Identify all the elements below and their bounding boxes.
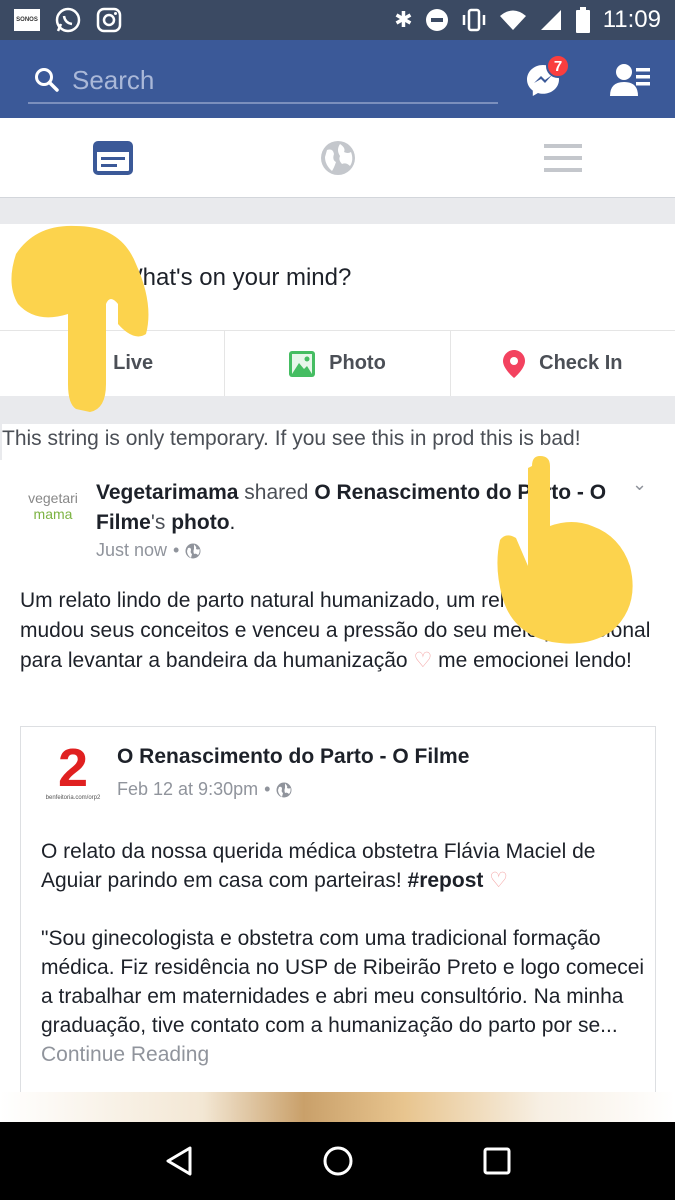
meta-dot: •	[264, 779, 271, 799]
tab-menu[interactable]	[450, 118, 675, 197]
post-meta: Just now •	[96, 540, 201, 561]
shared-paragraph-2-text: "Sou ginecologista e obstetra com uma tr…	[41, 927, 645, 1037]
post-header: Vegetarimama shared O Renascimento do Pa…	[96, 481, 607, 534]
public-globe-icon	[185, 543, 201, 558]
check-in-button[interactable]: Check In	[451, 331, 675, 396]
shared-paragraph-1: O relato da nossa querida médica obstetr…	[41, 837, 651, 895]
logo-number: 2	[57, 738, 89, 798]
shared-post-body: O relato da nossa querida médica obstetr…	[41, 837, 651, 1069]
shared-post-time[interactable]: Feb 12 at 9:30pm	[117, 779, 258, 800]
video-icon	[71, 353, 100, 374]
post-photo-preview[interactable]	[0, 1092, 675, 1122]
do-not-disturb-icon	[425, 9, 448, 31]
avatar[interactable]: vegetari mama	[20, 482, 86, 548]
battery-icon	[575, 7, 590, 33]
feed-post: vegetari mama Vegetarimama shared O Rena…	[0, 460, 675, 1120]
post-author[interactable]: Vegetarimama	[96, 481, 238, 504]
photo-icon	[289, 350, 316, 377]
photo-label: Photo	[329, 352, 386, 374]
recents-icon[interactable]	[483, 1147, 511, 1175]
vibrate-icon	[462, 8, 485, 32]
friend-requests-button[interactable]	[610, 62, 652, 98]
composer-actions: Live Photo Check In	[0, 330, 675, 396]
chevron-down-icon[interactable]: ⌄	[632, 474, 647, 495]
check-in-label: Check In	[539, 352, 623, 374]
wifi-icon	[499, 10, 526, 30]
possessive: 's	[150, 511, 166, 534]
friend-requests-icon	[610, 64, 650, 96]
status-bar: SONOS ✱ 11:09	[0, 0, 675, 40]
instagram-icon	[96, 7, 122, 33]
home-icon[interactable]	[322, 1145, 354, 1177]
post-body: Um relato lindo de parto natural humaniz…	[20, 586, 660, 676]
bluetooth-icon: ✱	[394, 7, 413, 32]
debug-notice: This string is only temporary. If you se…	[2, 424, 675, 460]
shared-post-title[interactable]: O Renascimento do Parto - O Filme	[117, 745, 469, 769]
clock: 11:09	[602, 6, 661, 33]
heart-icon: ♡	[489, 869, 509, 892]
composer: What's on your mind? Live Photo Check In	[0, 224, 675, 396]
globe-icon	[320, 140, 355, 175]
avatar-text-top: vegetari	[28, 490, 78, 506]
shared-paragraph-1-text: O relato da nossa querida médica obstetr…	[41, 840, 596, 892]
composer-prompt[interactable]: What's on your mind?	[120, 264, 351, 292]
sonos-icon: SONOS	[14, 9, 40, 31]
hamburger-menu-icon	[543, 143, 582, 172]
page-logo[interactable]: 2 benfeitoria.com/orp2	[43, 741, 103, 805]
shared-post-meta: Feb 12 at 9:30pm •	[117, 779, 292, 800]
tab-news-feed[interactable]	[0, 118, 225, 197]
messenger-badge: 7	[546, 54, 570, 78]
tab-notifications[interactable]	[225, 118, 450, 197]
public-globe-icon	[276, 782, 292, 797]
shared-post-card[interactable]: 2 benfeitoria.com/orp2 O Renascimento do…	[20, 726, 656, 1120]
back-icon[interactable]	[164, 1145, 194, 1177]
shared-paragraph-2: "Sou ginecologista e obstetra com uma tr…	[41, 924, 651, 1069]
search-bar[interactable]	[28, 58, 498, 104]
live-button[interactable]: Live	[0, 331, 226, 396]
live-label: Live	[113, 352, 154, 374]
search-icon	[35, 68, 59, 92]
post-text-end: me emocionei lendo!	[432, 649, 632, 672]
search-input[interactable]	[72, 64, 472, 96]
photo-link[interactable]: photo	[171, 511, 229, 534]
continue-reading-link[interactable]: Continue Reading	[41, 1043, 209, 1066]
logo-url: benfeitoria.com/orp2	[45, 795, 101, 801]
heart-icon: ♡	[413, 649, 433, 672]
app-header: 7	[0, 40, 675, 118]
location-pin-icon	[503, 349, 526, 378]
whatsapp-icon	[55, 7, 81, 33]
post-time[interactable]: Just now	[96, 540, 167, 561]
hashtag-link[interactable]: #repost	[408, 869, 484, 892]
photo-button[interactable]: Photo	[225, 331, 451, 396]
signal-icon	[540, 10, 561, 30]
shared-word: shared	[244, 481, 309, 504]
news-feed-icon	[92, 140, 133, 175]
android-nav-bar	[0, 1122, 675, 1200]
meta-dot: •	[173, 540, 180, 560]
avatar-text-bottom: mama	[33, 506, 73, 522]
main-tabs	[0, 118, 675, 198]
